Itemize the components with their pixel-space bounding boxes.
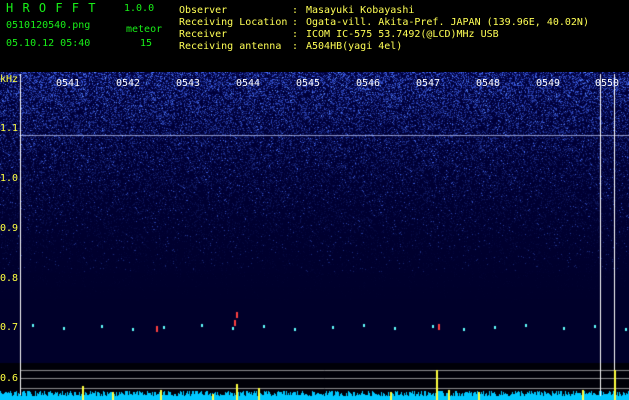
spectrogram-canvas: [0, 72, 629, 400]
y-axis-unit: kHz: [0, 74, 19, 85]
detector-label: meteor: [126, 24, 163, 35]
image-filename: 0510120540.png: [6, 20, 91, 31]
y-tick-label: 1.1: [0, 123, 19, 134]
y-tick-label: 0.7: [0, 322, 19, 333]
y-tick-label: 0.6: [0, 373, 19, 384]
observer-label: Observer: [179, 5, 228, 16]
antenna-value: A504HB(yagi 4el): [306, 41, 403, 52]
observer-sep: :: [292, 5, 299, 16]
location-sep: :: [292, 17, 299, 28]
app-version: 1.0.0: [124, 3, 155, 14]
x-tick-label: 0550: [595, 78, 620, 89]
location-value: Ogata-vill. Akita-Pref. JAPAN (139.96E, …: [306, 17, 589, 28]
x-tick-label: 0546: [356, 78, 381, 89]
meteor-count: 15: [140, 38, 153, 49]
location-label: Receiving Location: [179, 17, 288, 28]
observation-datetime: 05.10.12 05:40: [6, 38, 91, 49]
observer-value: Masayuki Kobayashi: [306, 5, 415, 16]
x-tick-label: 0547: [416, 78, 441, 89]
x-tick-label: 0545: [296, 78, 321, 89]
x-tick-label: 0544: [236, 78, 261, 89]
receiver-value: ICOM IC-575 53.7492(@LCD)MHz USB: [306, 29, 499, 40]
x-tick-label: 0541: [56, 78, 81, 89]
antenna-sep: :: [292, 41, 299, 52]
app-title: H R O F F T: [6, 1, 97, 15]
receiver-sep: :: [292, 29, 299, 40]
antenna-label: Receiving antenna: [179, 41, 282, 52]
x-tick-label: 0548: [476, 78, 501, 89]
x-tick-label: 0543: [176, 78, 201, 89]
x-tick-label: 0542: [116, 78, 141, 89]
x-tick-label: 0549: [536, 78, 561, 89]
y-tick-label: 0.9: [0, 223, 19, 234]
header-panel: H R O F F T 1.0.0 0510120540.png meteor …: [0, 0, 629, 72]
y-tick-label: 0.8: [0, 273, 19, 284]
y-tick-label: 1.0: [0, 173, 19, 184]
receiver-label: Receiver: [179, 29, 228, 40]
